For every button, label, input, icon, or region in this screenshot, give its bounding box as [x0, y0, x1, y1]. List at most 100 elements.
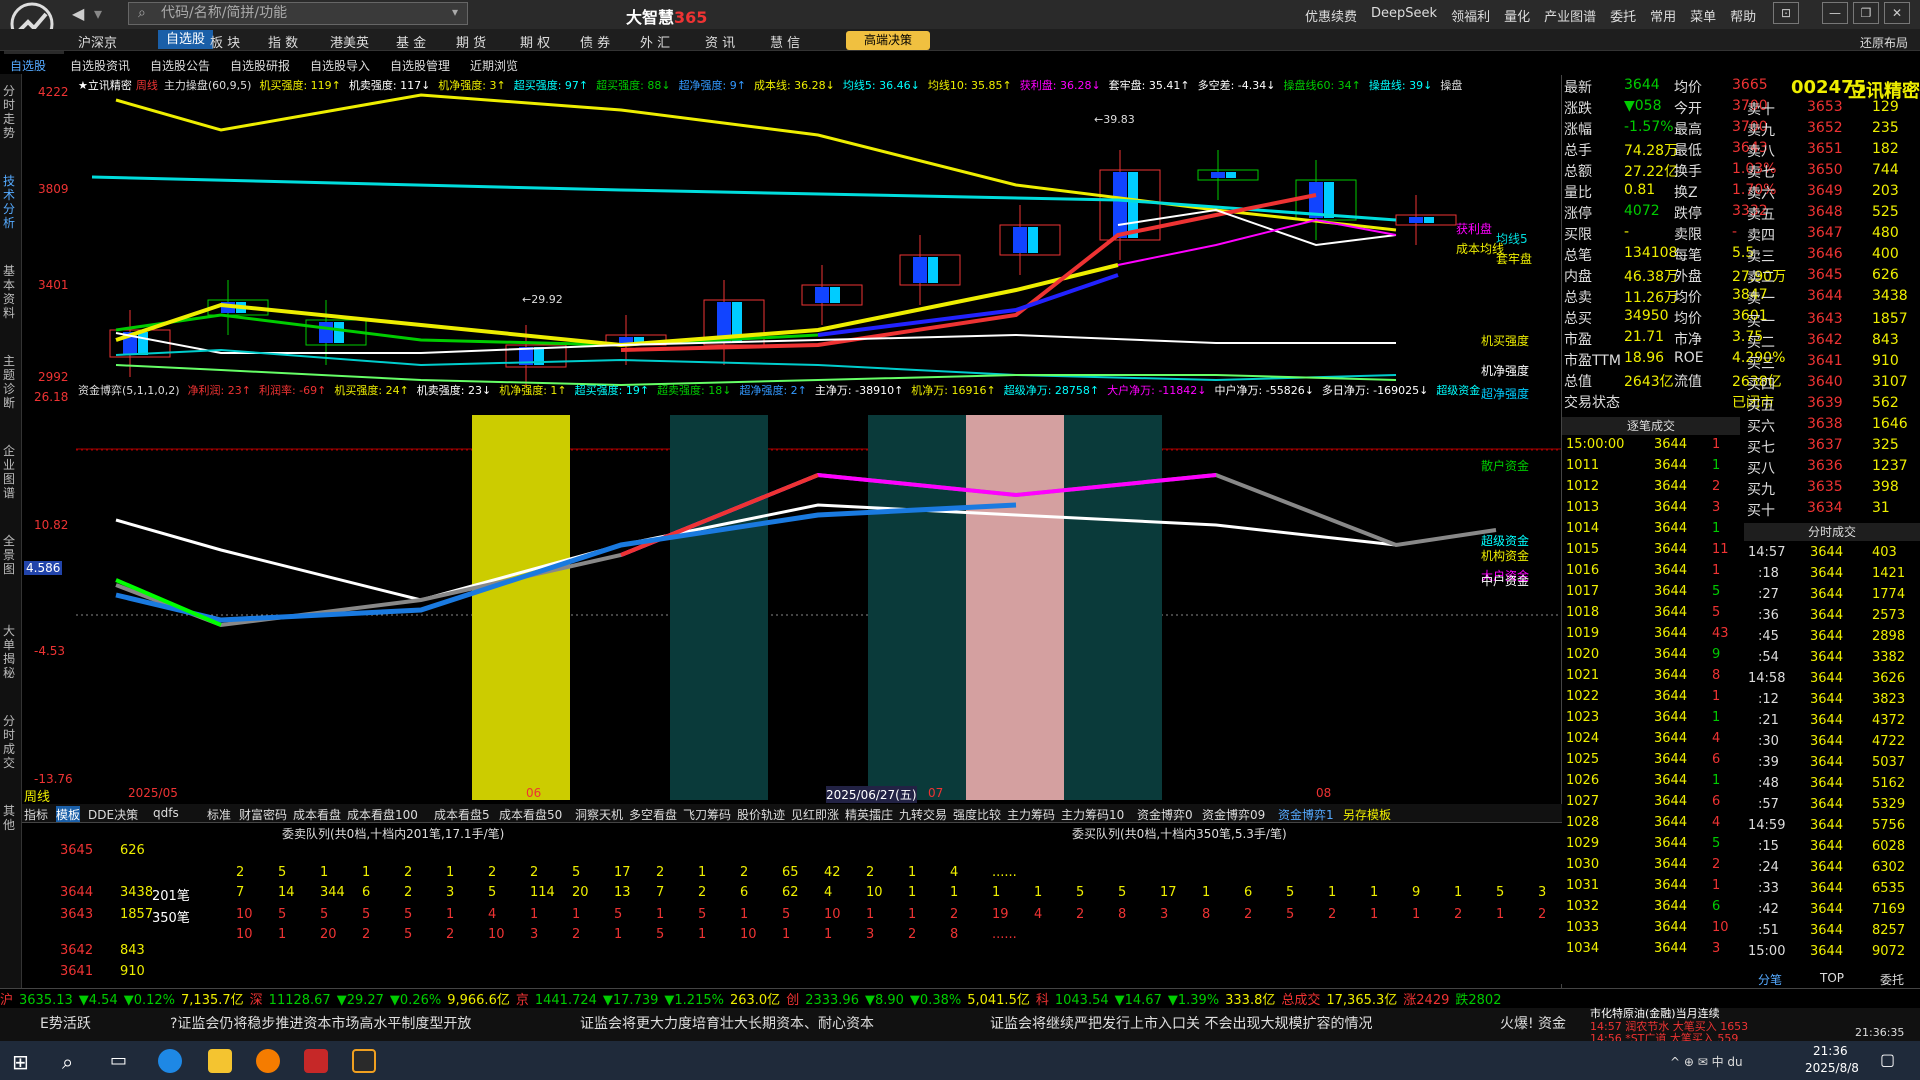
indicator-tab[interactable]: 洞察天机	[575, 806, 623, 823]
maximize-button[interactable]: ❐	[1853, 2, 1879, 24]
app-orange-icon[interactable]	[256, 1049, 280, 1073]
search-dropdown-icon[interactable]: ▾	[452, 5, 458, 19]
top-menu-item[interactable]: 领福利	[1451, 6, 1490, 25]
nav-tab[interactable]: 慧 信	[770, 32, 800, 51]
close-button[interactable]: ✕	[1884, 2, 1910, 24]
nav-tab[interactable]: 自选股	[158, 30, 214, 49]
side-tab[interactable]: 分时成交	[3, 714, 19, 770]
nav-tab[interactable]: 资 讯	[705, 32, 735, 51]
news-item[interactable]: 证监会将继续严把发行上市入口关 不会出现大规模扩容的情况	[990, 1013, 1372, 1033]
nav-tab[interactable]: 期 货	[456, 32, 486, 51]
indicator-tab[interactable]: 成本看盘	[293, 806, 341, 823]
tray-icons[interactable]: ^ ⊕ ✉ 中 du	[1670, 1053, 1743, 1070]
sub-tab[interactable]: 近期浏览	[470, 57, 518, 74]
indicator-tab[interactable]: 强度比较	[953, 806, 1001, 823]
side-tab[interactable]: 企业图谱	[3, 444, 19, 500]
indicator-tab[interactable]: 资金博弈1	[1278, 806, 1334, 823]
indicator-tab[interactable]: 指标	[24, 806, 48, 823]
indicator-tab[interactable]: 主力筹码	[1007, 806, 1055, 823]
indicator-tab[interactable]: qdfs	[153, 806, 179, 820]
restore-layout-button[interactable]: 还原布局	[1860, 34, 1908, 51]
news-item[interactable]: 火爆! 资金	[1500, 1013, 1566, 1033]
indicator-tab[interactable]: 资金博弈09	[1202, 806, 1265, 823]
side-tab[interactable]: 全景图	[3, 534, 19, 576]
news-item[interactable]: E势活跃	[40, 1013, 91, 1033]
chart-area[interactable]: ←39.83 ←29.92 获利盘 均线5 成本均线 套牢盘 机买强度 机净强度 超净强度 散户资…	[76, 75, 1561, 801]
nav-tab[interactable]: 外 汇	[640, 32, 670, 51]
indicator-tab[interactable]: 主力筹码10	[1061, 806, 1124, 823]
file-explorer-icon[interactable]	[208, 1049, 232, 1073]
legend-item: 机净强度: 3↑	[438, 79, 506, 92]
nav-tab[interactable]: 基 金	[396, 32, 426, 51]
app-red-icon[interactable]	[304, 1049, 328, 1073]
high-end-decision-button[interactable]: 高端决策	[846, 31, 930, 50]
indicator-tab[interactable]: 模板	[56, 806, 81, 823]
dazhihui-taskbar-icon[interactable]	[352, 1049, 376, 1073]
top-menu-item[interactable]: 菜单	[1690, 6, 1716, 25]
indicator-tab[interactable]: 飞刀筹码	[683, 806, 731, 823]
top-menu-item[interactable]: 委托	[1610, 6, 1636, 25]
nav-tab[interactable]: 期 权	[520, 32, 550, 51]
sub-tab[interactable]: 自选股导入	[310, 57, 370, 74]
nav-tab[interactable]: 板 块	[210, 32, 240, 51]
trade-price: 3644	[1654, 815, 1688, 830]
minimize-button[interactable]: —	[1822, 2, 1848, 24]
taskbar-search-icon[interactable]: ⌕	[62, 1050, 73, 1074]
news-item[interactable]: ?证监会仍将稳步推进资本市场高水平制度型开放	[170, 1013, 471, 1033]
quote-bottom-tab[interactable]: TOP	[1820, 971, 1844, 985]
trades-header[interactable]: 逐笔成交	[1562, 417, 1740, 435]
search-input[interactable]: 代码/名称/简拼/功能	[128, 2, 468, 25]
indicator-tab[interactable]: 另存模板	[1343, 806, 1391, 823]
restore-window-button[interactable]: ⊡	[1773, 2, 1799, 24]
edge-browser-icon[interactable]	[158, 1049, 182, 1073]
indicator-tab[interactable]: 成本看盘50	[499, 806, 562, 823]
sub-tab[interactable]: 自选股资讯	[70, 57, 130, 74]
sub-tab[interactable]: 自选股研报	[230, 57, 290, 74]
task-view-icon[interactable]: ▭	[110, 1050, 127, 1071]
nav-tab[interactable]: 债 券	[580, 32, 610, 51]
news-item[interactable]: 证监会将更大力度培育壮大长期资本、耐心资本	[580, 1013, 874, 1033]
side-tab[interactable]: 大单揭秘	[3, 624, 19, 680]
notification-icon[interactable]: ▢	[1880, 1050, 1895, 1069]
top-menu-item[interactable]: 帮助	[1730, 6, 1756, 25]
indicator-tab[interactable]: 标准	[207, 806, 231, 823]
indicator-tab[interactable]: 股价轨迹	[737, 806, 785, 823]
indicator-tab[interactable]: 见红即涨	[791, 806, 839, 823]
top-menu-item[interactable]: 优惠续费	[1305, 6, 1357, 25]
quote-bottom-tab[interactable]: 委托	[1880, 971, 1904, 988]
side-tab[interactable]: 技术分析	[3, 174, 19, 230]
indicator-tab[interactable]: 精英擂庄	[845, 806, 893, 823]
forward-icon[interactable]: ▾	[94, 4, 102, 23]
ticker-item: ▼0.26%	[389, 993, 442, 1008]
back-icon[interactable]: ◀	[72, 4, 84, 23]
windows-start-icon[interactable]: ⊞	[12, 1050, 29, 1074]
indicator-tab[interactable]: 财富密码	[239, 806, 287, 823]
stat-label: 总额	[1564, 164, 1592, 180]
side-tab[interactable]: 主题诊断	[3, 354, 19, 410]
nav-tab[interactable]: 指 数	[268, 32, 298, 51]
indicator-tab[interactable]: 九转交易	[899, 806, 947, 823]
top-menu-item[interactable]: 常用	[1650, 6, 1676, 25]
indicator-tab[interactable]: 资金博弈0	[1137, 806, 1193, 823]
indicator-tab[interactable]: 多空看盘	[629, 806, 677, 823]
nav-tab[interactable]: 沪深京	[78, 32, 117, 51]
top-menu-item[interactable]: 量化	[1504, 6, 1530, 25]
nav-tab[interactable]: 港美英	[330, 32, 369, 51]
indicator-tab[interactable]: 成本看盘5	[434, 806, 490, 823]
indicator-tab[interactable]: DDE决策	[88, 806, 138, 823]
queue-volume: 1857	[120, 907, 154, 922]
minute-trades-header[interactable]: 分时成交	[1744, 523, 1920, 541]
sub-tab[interactable]: 自选股公告	[150, 57, 210, 74]
top-menu-item[interactable]: 产业图谱	[1544, 6, 1596, 25]
side-tab[interactable]: 基本资料	[3, 264, 19, 320]
side-tab[interactable]: 其他	[3, 804, 19, 832]
indicator-tab[interactable]: 成本看盘100	[347, 806, 418, 823]
queue-cell: 9	[1412, 885, 1421, 900]
side-tab[interactable]: 分时走势	[3, 84, 19, 140]
quote-bottom-tab[interactable]: 分笔	[1758, 971, 1782, 988]
sub-tab[interactable]: 自选股管理	[390, 57, 450, 74]
period-indicator[interactable]: 周线	[24, 786, 50, 805]
top-menu-item[interactable]: DeepSeek	[1371, 6, 1437, 25]
kline-chart[interactable]: ←39.83←29.92获利盘均线5成本均线套牢盘机买强度机净强度超净强度散户资…	[76, 75, 1561, 801]
sub-tab[interactable]: 自选股	[10, 57, 46, 74]
